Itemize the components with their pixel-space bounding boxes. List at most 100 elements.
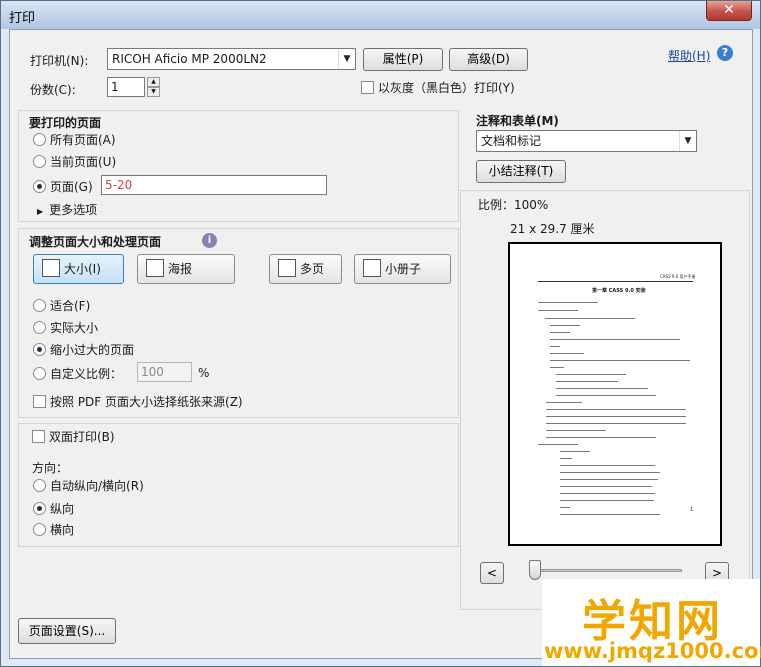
help-link[interactable]: 帮助(H) <box>668 47 710 64</box>
radio-page-range-circle[interactable] <box>33 180 46 193</box>
duplex-check-box[interactable] <box>32 430 45 443</box>
pages-panel: 要打印的页面 所有页面(A) 当前页面(U) 页面(G) 5-20 ▶ 更多选项 <box>18 110 459 222</box>
comments-select[interactable]: 文档和标记 ▼ <box>476 130 697 152</box>
copies-down-button[interactable]: ▼ <box>147 87 160 97</box>
preview-page-number: 1 <box>690 507 694 513</box>
advanced-button[interactable]: 高级(D) <box>449 48 528 71</box>
preview-text-line <box>538 444 578 445</box>
chevron-down-icon: ▼ <box>679 131 696 151</box>
info-icon[interactable]: i <box>202 233 217 248</box>
preview-text-line <box>560 451 590 452</box>
preview-text-line <box>550 360 690 361</box>
watermark-logo: 学知网 www.jmqz1000.com <box>542 579 761 666</box>
booklet-button-label: 小册子 <box>385 262 422 276</box>
orientation-title: 方向： <box>32 461 69 475</box>
duplex-checkbox[interactable]: 双面打印(B) <box>32 428 115 445</box>
radio-shrink-label: 缩小过大的页面 <box>50 343 135 357</box>
window-title: 打印 <box>9 11 36 26</box>
preview-text-line <box>545 318 635 319</box>
help-icon[interactable]: ? <box>717 45 733 61</box>
copies-input[interactable]: 1 <box>107 77 145 97</box>
pdf-paper-source-check-box[interactable] <box>33 395 46 408</box>
radio-actual-size-circle[interactable] <box>33 321 46 334</box>
booklet-button[interactable]: 小册子 <box>354 254 451 284</box>
size-button-label: 大小(I) <box>64 262 101 276</box>
preview-paper-size: 21 x 29.7 厘米 <box>510 222 595 236</box>
radio-actual-size-label: 实际大小 <box>50 321 99 335</box>
close-button[interactable]: ✕ <box>706 1 752 21</box>
radio-auto-orientation[interactable]: 自动纵向/横向(R) <box>33 477 144 495</box>
grayscale-checkbox[interactable]: 以灰度（黑白色）打印(Y) <box>361 79 515 96</box>
more-options-label: 更多选项 <box>49 203 98 217</box>
page-range-input[interactable]: 5-20 <box>101 175 327 195</box>
copies-up-button[interactable]: ▲ <box>147 77 160 87</box>
preview-text-line <box>560 465 655 466</box>
preview-doc-chapter: 第一章 CASS 9.0 安装 <box>592 288 646 294</box>
previous-page-button[interactable]: < <box>480 562 504 584</box>
radio-page-range-label: 页面(G) <box>50 180 93 194</box>
radio-current-page-circle[interactable] <box>33 155 46 168</box>
preview-text-line <box>550 325 580 326</box>
triangle-right-icon: ▶ <box>37 207 44 216</box>
sizing-title: 调整页面大小和处理页面 <box>29 235 162 249</box>
radio-current-page[interactable]: 当前页面(U) <box>33 153 116 171</box>
radio-custom-scale[interactable]: 自定义比例： <box>33 365 122 383</box>
page-setup-button[interactable]: 页面设置(S)... <box>18 618 116 644</box>
preview-text-line <box>550 346 560 347</box>
poster-button[interactable]: 海报 <box>137 254 235 284</box>
preview-page: CASS 9.0 用户手册 第一章 CASS 9.0 安装 1 <box>508 242 722 546</box>
radio-all-pages-circle[interactable] <box>33 133 46 146</box>
preview-text-line <box>556 395 656 396</box>
size-icon <box>42 259 60 277</box>
radio-fit-circle[interactable] <box>33 299 46 312</box>
preview-text-line <box>550 332 570 333</box>
pdf-paper-source-checkbox[interactable]: 按照 PDF 页面大小选择纸张来源(Z) <box>33 393 243 410</box>
watermark-url: www.jmqz1000.com <box>544 639 761 663</box>
size-button[interactable]: 大小(I) <box>33 254 124 284</box>
grayscale-label: 以灰度（黑白色）打印(Y) <box>378 81 515 95</box>
summarize-comments-button[interactable]: 小结注释(T) <box>476 160 566 183</box>
radio-page-range[interactable]: 页面(G) <box>33 178 93 196</box>
radio-all-pages-label: 所有页面(A) <box>50 133 116 147</box>
radio-landscape[interactable]: 横向 <box>33 521 74 539</box>
preview-header-rule <box>538 281 693 282</box>
multiple-button[interactable]: 多页 <box>269 254 342 284</box>
properties-button[interactable]: 属性(P) <box>363 48 443 71</box>
page-slider-track[interactable] <box>532 569 682 572</box>
multiple-button-label: 多页 <box>300 262 325 276</box>
preview-text-line <box>560 458 572 459</box>
preview-text-line <box>556 388 648 389</box>
radio-fit[interactable]: 适合(F) <box>33 297 90 315</box>
multiple-icon <box>278 259 296 277</box>
page-slider-thumb[interactable] <box>529 560 541 580</box>
printer-select[interactable]: RICOH Aficio MP 2000LN2 ▼ <box>107 48 356 70</box>
printer-select-value: RICOH Aficio MP 2000LN2 <box>112 52 267 66</box>
grayscale-check-box[interactable] <box>361 81 374 94</box>
preview-text-line <box>546 402 582 403</box>
radio-portrait-circle[interactable] <box>33 502 46 515</box>
more-options-toggle[interactable]: ▶ 更多选项 <box>37 201 97 218</box>
preview-scale: 比例：100% <box>478 198 549 212</box>
radio-all-pages[interactable]: 所有页面(A) <box>33 131 116 149</box>
printer-label: 打印机(N): <box>30 54 89 68</box>
radio-fit-label: 适合(F) <box>50 299 91 313</box>
radio-portrait[interactable]: 纵向 <box>33 500 74 518</box>
preview-text-line <box>538 302 598 303</box>
custom-scale-input[interactable]: 100 <box>137 362 192 382</box>
sizing-panel: 调整页面大小和处理页面 i 大小(I) 海报 多页 小册子 适合(F) 实际大小… <box>18 228 459 418</box>
radio-shrink[interactable]: 缩小过大的页面 <box>33 341 134 359</box>
preview-text-line <box>556 374 626 375</box>
copies-label: 份数(C): <box>30 83 76 97</box>
preview-text-line <box>550 353 584 354</box>
radio-landscape-circle[interactable] <box>33 523 46 536</box>
preview-text-line <box>560 514 660 515</box>
radio-custom-scale-label: 自定义比例： <box>50 367 123 381</box>
preview-text-line <box>560 500 654 501</box>
preview-text-line <box>560 507 570 508</box>
preview-text-line <box>538 310 578 311</box>
radio-auto-orientation-circle[interactable] <box>33 479 46 492</box>
chevron-down-icon: ▼ <box>338 49 355 69</box>
radio-shrink-circle[interactable] <box>33 343 46 356</box>
radio-actual-size[interactable]: 实际大小 <box>33 319 98 337</box>
radio-custom-scale-circle[interactable] <box>33 367 46 380</box>
